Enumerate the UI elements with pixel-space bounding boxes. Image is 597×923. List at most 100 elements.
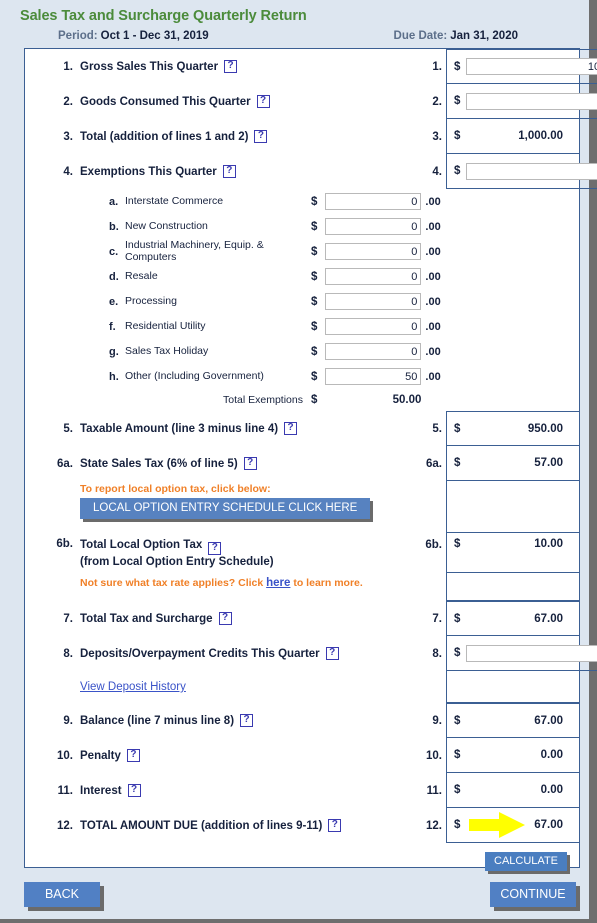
exemption-row-d: d. Resale $ .00 — [25, 264, 579, 289]
dollar-sign-exemption-c: $ — [311, 245, 318, 258]
help-icon-line-1[interactable]: ? — [224, 60, 238, 73]
view-deposit-history-link[interactable]: View Deposit History — [80, 681, 186, 693]
cents-exemption-h: .00 — [425, 370, 441, 383]
help-icon-line-2[interactable]: ? — [256, 95, 270, 108]
page-scrollbar[interactable] — [589, 0, 597, 923]
exemption-input-d[interactable] — [325, 268, 422, 285]
form-line-1: 1. Gross Sales This Quarter ? 1. $ .00 — [25, 49, 597, 84]
dollar-sign-line-7: $ — [454, 612, 461, 625]
form-line-4: 4. Exemptions This Quarter ? 4. $ .00 — [25, 154, 597, 189]
period-due-row: Period: Oct 1 - Dec 31, 2019 Due Date: Jan… — [10, 30, 584, 48]
line-10-amount-box: $ 0.00 — [446, 738, 579, 773]
cents-exemption-g: .00 — [425, 345, 441, 358]
dollar-sign-exemption-g: $ — [311, 345, 318, 358]
line-9-label-cell: 9. Balance (line 7 minus line 8) ? — [25, 703, 414, 738]
line-8-text: Deposits/Overpayment Credits This Quarte… — [80, 647, 320, 660]
exemption-name-g: Sales Tax Holiday — [125, 344, 209, 357]
line-6b-value: 10.00 — [534, 538, 563, 550]
line-11-value: 0.00 — [540, 784, 563, 796]
local-option-entry-schedule-button[interactable]: LOCAL OPTION ENTRY SCHEDULE CLICK HERE — [80, 498, 371, 519]
line-1-amount-col: 1. $ .00 — [414, 49, 597, 84]
dollar-sign-exemption-h: $ — [311, 370, 318, 383]
due-date-block: Due Date: Jan 31, 2020 — [394, 30, 518, 42]
line-6b-amount-col: 6b. $ 10.00 — [414, 533, 579, 573]
form-line-8: 8. Deposits/Overpayment Credits This Qua… — [25, 636, 597, 671]
rate-note-spacer-box — [446, 573, 579, 601]
page-root: Sales Tax and Surcharge Quarterly Return… — [0, 0, 597, 923]
dollar-sign-line-5: $ — [454, 422, 461, 435]
exemption-input-c[interactable] — [325, 243, 422, 260]
line-2-number: 2. — [63, 95, 73, 108]
help-icon-line-4[interactable]: ? — [222, 165, 236, 178]
help-icon-line-9[interactable]: ? — [240, 714, 254, 727]
line-10-number: 10. — [57, 749, 73, 762]
line-6b-amount-box: $ 10.00 — [446, 533, 579, 573]
help-icon-line-11[interactable]: ? — [127, 784, 141, 797]
line-6a-amount-col: 6a. $ 57.00 — [414, 446, 579, 481]
line-11-amount-col: 11. $ 0.00 — [414, 773, 579, 808]
line-2-amount-col: 2. $ .00 — [414, 84, 597, 119]
dollar-sign-exemption-f: $ — [311, 320, 318, 333]
line-8-label-cell: 8. Deposits/Overpayment Credits This Qua… — [25, 636, 414, 671]
cents-exemption-e: .00 — [425, 295, 441, 308]
line-12-amount-number: 12. — [426, 819, 442, 832]
line-6b-text-line2: (from Local Option Entry Schedule) — [80, 556, 274, 568]
exemption-input-h[interactable] — [325, 368, 422, 385]
line-12-text: TOTAL AMOUNT DUE (addition of lines 9-11… — [80, 819, 323, 832]
dollar-sign-line-6a: $ — [454, 457, 461, 469]
line-5-text: Taxable Amount (line 3 minus line 4) — [80, 422, 279, 435]
line-12-amount-col: 12. $ 67.00 — [414, 808, 579, 843]
form-line-5: 5. Taxable Amount (line 3 minus line 4) … — [25, 411, 579, 446]
exemption-row-f: f. Residential Utility $ .00 — [25, 314, 579, 339]
line-12-label-cell: 12. TOTAL AMOUNT DUE (addition of lines … — [25, 808, 414, 843]
period-value: Oct 1 - Dec 31, 2019 — [100, 30, 209, 42]
line-9-text: Balance (line 7 minus line 8) — [80, 714, 235, 727]
line-1-input[interactable] — [466, 58, 597, 75]
help-icon-line-8[interactable]: ? — [325, 647, 339, 660]
exemption-name-h: Other (Including Government) — [125, 369, 264, 382]
form-line-2: 2. Goods Consumed This Quarter ? 2. $ .0… — [25, 84, 597, 119]
local-option-prompt: To report local option tax, click below: — [80, 483, 271, 495]
line-9-value: 67.00 — [534, 714, 563, 727]
continue-button[interactable]: CONTINUE — [490, 882, 576, 907]
line-2-text: Goods Consumed This Quarter — [80, 95, 251, 108]
line-4-number: 4. — [63, 165, 73, 178]
exemption-row-c: c. Industrial Machinery, Equip. & Comput… — [25, 239, 579, 264]
exemption-input-e[interactable] — [325, 293, 422, 310]
exemption-input-a[interactable] — [325, 193, 422, 210]
dollar-sign-line-11: $ — [454, 784, 461, 796]
help-icon-line-12[interactable]: ? — [328, 819, 342, 832]
dollar-sign-exemption-a: $ — [311, 195, 318, 208]
exemption-name-b: New Construction — [125, 219, 208, 232]
help-icon-line-10[interactable]: ? — [126, 749, 140, 762]
line-4-input[interactable] — [466, 162, 597, 180]
line-9-amount-number: 9. — [432, 714, 442, 727]
local-option-button-wrap: LOCAL OPTION ENTRY SCHEDULE CLICK HERE — [25, 495, 414, 519]
help-icon-line-3[interactable]: ? — [254, 130, 268, 143]
help-icon-line-5[interactable]: ? — [284, 422, 298, 435]
line-6a-amount-box: $ 57.00 — [446, 446, 579, 481]
exemption-input-f[interactable] — [325, 318, 422, 335]
line-7-text: Total Tax and Surcharge — [80, 612, 213, 625]
line-8-input[interactable] — [466, 644, 597, 662]
line-5-amount-number: 5. — [432, 422, 442, 435]
back-button[interactable]: BACK — [24, 882, 100, 907]
cents-exemption-a: .00 — [425, 195, 441, 208]
return-form-panel: 1. Gross Sales This Quarter ? 1. $ .00 2… — [24, 48, 597, 871]
calculate-button[interactable]: CALCULATE — [485, 852, 567, 871]
help-icon-line-6b[interactable]: ? — [208, 542, 222, 555]
line-6a-label-cell: 6a. State Sales Tax (6% of line 5) ? — [25, 446, 414, 481]
line-8-number: 8. — [63, 647, 73, 660]
exemption-name-f: Residential Utility — [125, 319, 206, 332]
line-1-number: 1. — [63, 60, 73, 73]
exemption-input-g[interactable] — [325, 343, 422, 360]
line-3-text: Total (addition of lines 1 and 2) — [80, 130, 249, 143]
line-10-value: 0.00 — [540, 749, 563, 761]
exemption-input-b[interactable] — [325, 218, 422, 235]
help-icon-line-7[interactable]: ? — [218, 612, 232, 625]
line-7-amount-box: $ 67.00 — [446, 601, 579, 636]
help-icon-line-6a[interactable]: ? — [243, 457, 257, 470]
line-2-input[interactable] — [466, 92, 597, 110]
tax-rate-here-link[interactable]: here — [266, 577, 290, 589]
period-block: Period: Oct 1 - Dec 31, 2019 — [58, 30, 209, 42]
